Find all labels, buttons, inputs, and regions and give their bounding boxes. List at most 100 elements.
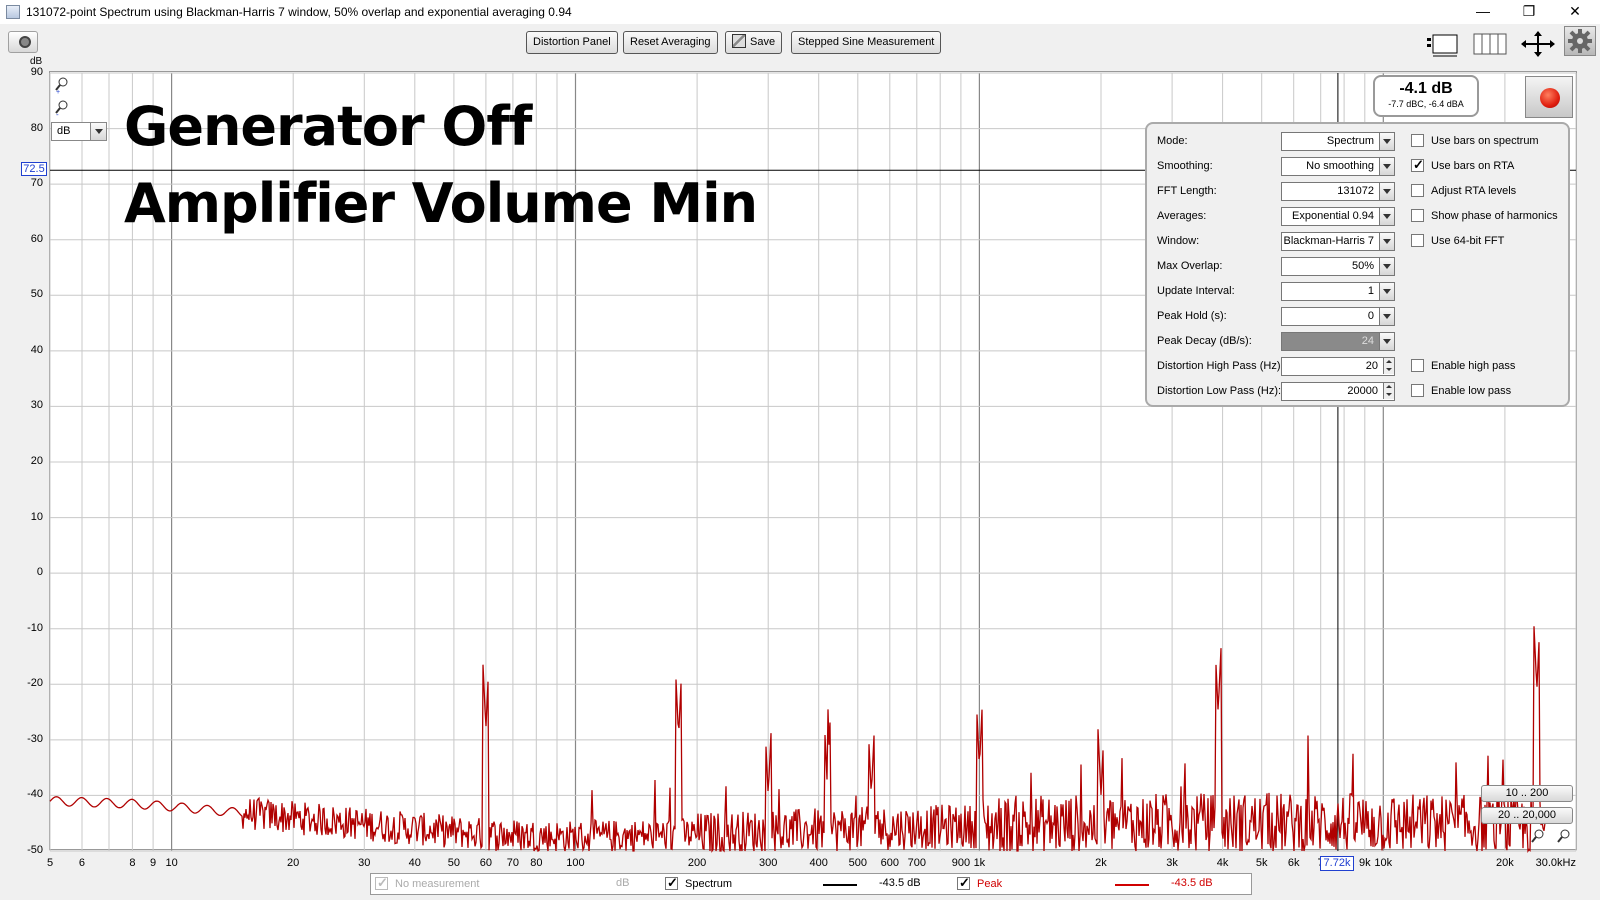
bars-rta-checkbox[interactable]: Use bars on RTA xyxy=(1411,157,1515,173)
x-tick-label: 3k xyxy=(1166,857,1178,869)
y-tick-label: 20 xyxy=(30,455,43,467)
enable-low-pass-label: Enable low pass xyxy=(1431,385,1512,397)
averages-select[interactable]: Exponential 0.94 xyxy=(1281,207,1395,226)
chevron-down-icon xyxy=(1379,158,1394,175)
checkbox-icon xyxy=(1411,384,1424,397)
window-select[interactable]: Blackman-Harris 7 xyxy=(1281,232,1395,251)
range-10-200-button[interactable]: 10 .. 200 xyxy=(1481,785,1573,802)
zoom-in-icon[interactable] xyxy=(1556,828,1572,846)
record-icon xyxy=(1540,88,1560,108)
fft-length-value: 131072 xyxy=(1337,185,1374,197)
enable-low-pass-checkbox[interactable]: Enable low pass xyxy=(1411,384,1511,397)
x-tick-label: 9 xyxy=(150,857,157,869)
checkbox-icon xyxy=(1411,134,1424,147)
peak-decay-select: 24 xyxy=(1281,332,1395,351)
max-overlap-label: Max Overlap: xyxy=(1157,260,1223,272)
svg-text:-: - xyxy=(56,110,59,117)
enable-high-pass-checkbox[interactable]: Enable high pass xyxy=(1411,359,1515,372)
x-tick-label: 10k xyxy=(1374,857,1393,869)
checkbox-icon xyxy=(1411,209,1424,222)
zoom-in-icon[interactable]: + xyxy=(54,76,70,96)
max-overlap-select[interactable]: 50% xyxy=(1281,257,1395,276)
high-pass-field[interactable]: 20 xyxy=(1281,357,1395,376)
cursor-x-readout: 7.72k xyxy=(1320,856,1354,871)
legend-peak-line xyxy=(1115,884,1149,886)
y-unit-select[interactable]: dB xyxy=(51,122,107,141)
fft-length-select[interactable]: 131072 xyxy=(1281,182,1395,201)
x-tick-label: 50 xyxy=(447,857,461,869)
chevron-down-icon xyxy=(1379,333,1394,350)
chevron-down-icon xyxy=(1379,308,1394,325)
legend-peak-label: Peak xyxy=(977,878,1003,890)
overlay-caption-2: Amplifier Volume Min xyxy=(124,172,758,235)
x-tick-label: 6 xyxy=(78,857,86,869)
smoothing-select[interactable]: No smoothing xyxy=(1281,157,1395,176)
y-unit-select-value: dB xyxy=(57,125,71,137)
x-tick-label: 900 xyxy=(951,857,971,869)
y-tick-label: 80 xyxy=(30,121,43,134)
spinner-down-icon[interactable] xyxy=(1383,366,1394,374)
fft-length-label: FFT Length: xyxy=(1157,185,1217,197)
fft-64bit-checkbox[interactable]: Use 64-bit FFT xyxy=(1411,234,1504,247)
x-tick-label: 70 xyxy=(506,857,520,869)
x-tick-label: 200 xyxy=(687,857,707,869)
checkbox-checked-icon xyxy=(375,875,388,891)
peak-hold-select[interactable]: 0 xyxy=(1281,307,1395,326)
y-tick-label: -20 xyxy=(27,677,43,690)
chevron-down-icon xyxy=(1379,133,1394,150)
bars-spectrum-checkbox[interactable]: Use bars on spectrum xyxy=(1411,134,1539,147)
legend-no-measurement-label: No measurement xyxy=(395,878,480,890)
enable-high-pass-label: Enable high pass xyxy=(1431,360,1516,372)
show-phase-checkbox[interactable]: Show phase of harmonics xyxy=(1411,209,1558,222)
window-label: Window: xyxy=(1157,235,1200,247)
y-tick-label: -50 xyxy=(27,844,43,856)
x-tick-label: 400 xyxy=(809,857,828,869)
low-pass-field[interactable]: 20000 xyxy=(1281,382,1395,401)
x-tick-label: 30.0kHz xyxy=(1535,857,1576,869)
update-interval-select[interactable]: 1 xyxy=(1281,282,1395,301)
peak-hold-value: 0 xyxy=(1367,310,1374,322)
x-tick-label: 5 xyxy=(46,857,54,869)
zoom-out-icon[interactable] xyxy=(1530,828,1546,846)
cursor-y-readout: 72.5 xyxy=(21,162,47,176)
spinner-up-icon[interactable] xyxy=(1383,358,1394,366)
update-interval-label: Update Interval: xyxy=(1157,285,1235,297)
spinner-down-icon[interactable] xyxy=(1383,391,1394,399)
x-tick-label: 500 xyxy=(848,857,867,869)
chevron-down-icon xyxy=(1379,233,1394,250)
mode-select[interactable]: Spectrum xyxy=(1281,132,1395,151)
x-tick-label: 30 xyxy=(358,857,371,869)
legend-peak[interactable]: Peak xyxy=(957,875,1003,891)
legend-spectrum-line xyxy=(823,884,857,886)
legend-spectrum[interactable]: Spectrum xyxy=(665,875,732,891)
range-20-20000-button[interactable]: 20 .. 20,000 xyxy=(1481,807,1573,824)
y-tick-label: -40 xyxy=(27,788,43,801)
mode-value: Spectrum xyxy=(1326,135,1374,147)
record-button[interactable] xyxy=(1525,76,1573,118)
show-phase-label: Show phase of harmonics xyxy=(1431,210,1558,222)
chevron-down-icon xyxy=(1379,208,1394,225)
x-tick-label: 60 xyxy=(479,857,492,869)
x-tick-label: 600 xyxy=(880,857,899,869)
x-tick-label: 300 xyxy=(759,857,778,869)
chevron-down-icon xyxy=(1379,283,1394,300)
x-tick-label: 40 xyxy=(408,857,421,869)
update-interval-value: 1 xyxy=(1367,285,1374,297)
low-pass-label: Distortion Low Pass (Hz): xyxy=(1157,385,1282,397)
x-tick-label: 100 xyxy=(566,857,585,869)
legend-no-measurement[interactable]: No measurement xyxy=(375,875,480,891)
peak-decay-label: Peak Decay (dB/s): xyxy=(1157,335,1252,347)
spectrum-settings-panel: Mode: Spectrum Smoothing: No smoothing F… xyxy=(1145,122,1570,407)
x-tick-label: 5k xyxy=(1255,857,1268,869)
checkbox-checked-icon xyxy=(957,875,970,891)
y-tick-label: 40 xyxy=(30,343,43,356)
y-tick-label: 10 xyxy=(30,510,43,523)
x-tick-label: 4k xyxy=(1216,857,1229,869)
level-weighted-values: -7.7 dBC, -6.4 dBA xyxy=(1388,99,1464,109)
spinner-up-icon[interactable] xyxy=(1383,383,1394,391)
level-main-value: -4.1 dB xyxy=(1399,80,1453,97)
adjust-rta-checkbox[interactable]: Adjust RTA levels xyxy=(1411,184,1516,197)
zoom-out-icon[interactable]: - xyxy=(54,99,70,119)
x-tick-label: 20 xyxy=(287,857,300,869)
bars-rta-label: Use bars on RTA xyxy=(1431,160,1515,172)
